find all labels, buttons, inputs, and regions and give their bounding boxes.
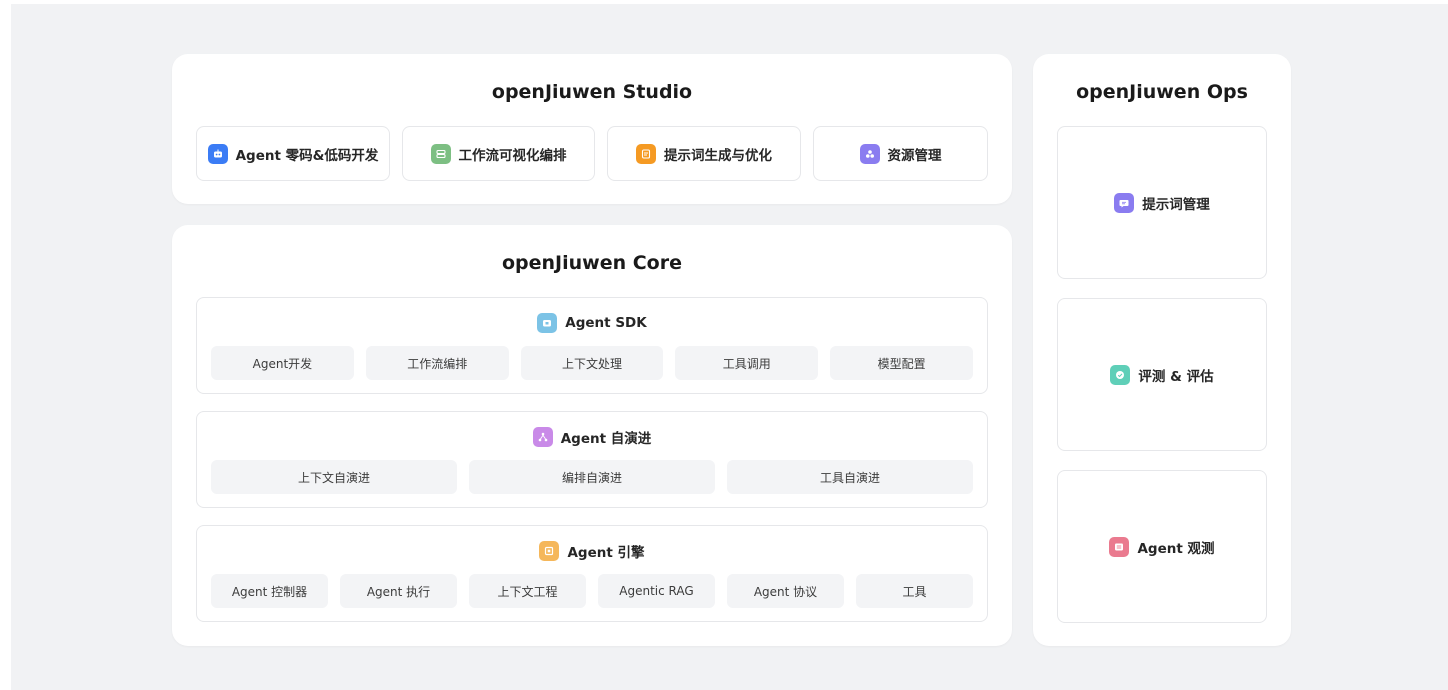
section-items: 上下文自演进 编排自演进 工具自演进 [211, 460, 973, 494]
core-title: openJiuwen Core [501, 252, 682, 274]
core-item: 模型配置 [830, 346, 973, 380]
ops-item-prompt-manage: 提示词管理 [1057, 126, 1267, 279]
section-header: Agent 引擎 [197, 541, 987, 561]
studio-item-prompt: 提示词生成与优化 [607, 126, 801, 181]
studio-title: openJiuwen Studio [491, 81, 693, 103]
core-item: 工具调用 [675, 346, 819, 380]
studio-item-resource: 资源管理 [813, 126, 988, 181]
ops-item-label: 提示词管理 [1142, 196, 1210, 213]
ops-item-observe: Agent 观测 [1057, 470, 1267, 623]
studio-item-label: 资源管理 [887, 147, 942, 164]
section-title: Agent 引擎 [567, 545, 645, 561]
core-item: 上下文处理 [520, 346, 664, 380]
engine-icon [539, 541, 560, 561]
core-card: openJiuwen Core Agent SDK Agent开发 工作流编排 … [172, 225, 1012, 646]
evaluate-icon [1110, 364, 1131, 385]
studio-card: openJiuwen Studio Agent 零码&低码开发 工作流可视化编排… [172, 54, 1012, 204]
studio-item-label: Agent 零码&低码开发 [235, 147, 379, 164]
observe-icon [1109, 536, 1130, 557]
evolve-icon [532, 427, 553, 447]
studio-item-agent-dev: Agent 零码&低码开发 [196, 126, 390, 181]
core-section-engine: Agent 引擎 Agent 控制器 Agent 执行 上下文工程 Agenti… [196, 525, 988, 622]
ops-title: openJiuwen Ops [1076, 81, 1248, 103]
section-header: Agent SDK [197, 313, 987, 333]
workflow-icon [430, 143, 451, 164]
core-item: Agent 协议 [727, 574, 844, 608]
core-item: 编排自演进 [469, 460, 715, 494]
core-item: 工具 [856, 574, 973, 608]
core-item: Agent 执行 [340, 574, 457, 608]
core-item: Agent开发 [211, 346, 354, 380]
core-item: Agent 控制器 [211, 574, 328, 608]
section-items: Agent 控制器 Agent 执行 上下文工程 Agentic RAG Age… [211, 574, 973, 608]
studio-item-workflow: 工作流可视化编排 [402, 126, 595, 181]
ops-item-evaluate: 评测 & 评估 [1057, 298, 1267, 451]
section-title: Agent SDK [565, 315, 647, 331]
studio-item-label: 提示词生成与优化 [664, 147, 772, 164]
studio-item-label: 工作流可视化编排 [458, 147, 567, 164]
core-item: Agentic RAG [598, 574, 715, 608]
core-item: 上下文自演进 [211, 460, 457, 494]
sdk-icon [537, 313, 558, 333]
resource-icon [859, 143, 880, 164]
section-items: Agent开发 工作流编排 上下文处理 工具调用 模型配置 [211, 346, 973, 380]
core-item: 上下文工程 [469, 574, 586, 608]
ops-item-label: 评测 & 评估 [1138, 368, 1214, 385]
ops-item-label: Agent 观测 [1137, 540, 1215, 557]
core-item: 工作流编排 [365, 346, 509, 380]
section-title: Agent 自演进 [560, 431, 652, 447]
robot-icon [207, 143, 228, 164]
section-header: Agent 自演进 [197, 427, 987, 447]
core-section-sdk: Agent SDK Agent开发 工作流编排 上下文处理 工具调用 模型配置 [196, 297, 988, 394]
core-section-evolve: Agent 自演进 上下文自演进 编排自演进 工具自演进 [196, 411, 988, 508]
prompt-icon [636, 143, 656, 164]
ops-card: openJiuwen Ops 提示词管理 评测 & 评估 Agent 观测 [1033, 54, 1291, 646]
core-item: 工具自演进 [727, 460, 973, 494]
prompt-manage-icon [1114, 192, 1135, 213]
